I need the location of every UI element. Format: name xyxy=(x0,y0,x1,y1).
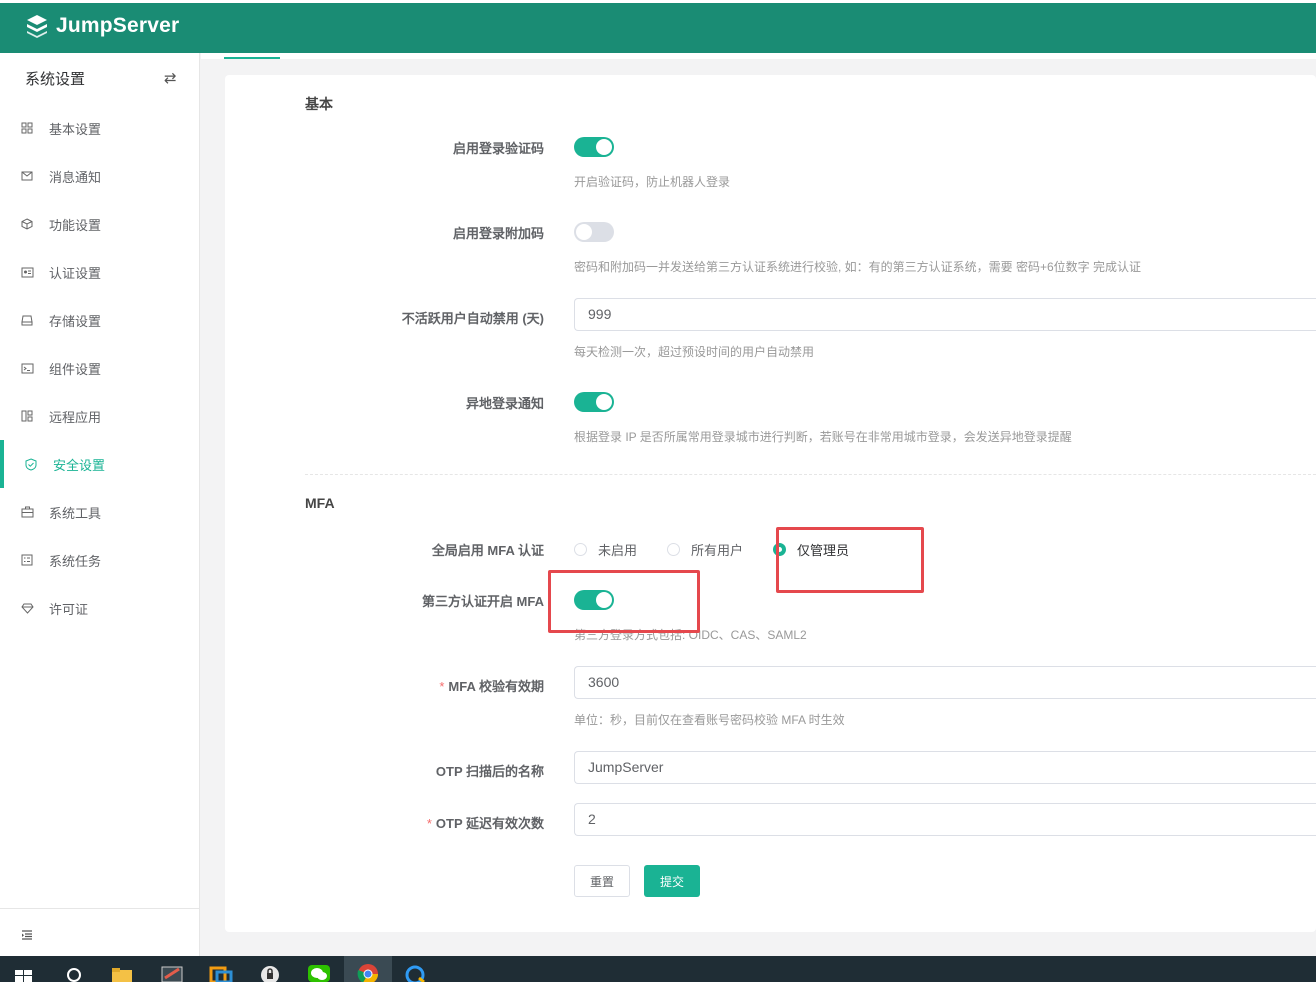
vm-app-icon[interactable] xyxy=(206,956,236,982)
terminal-icon xyxy=(20,361,34,375)
sidebar-item-label: 认证设置 xyxy=(49,265,102,281)
reset-button[interactable]: 重置 xyxy=(574,865,630,897)
file-explorer-icon[interactable] xyxy=(108,956,136,982)
sidebar-item-components[interactable]: 组件设置 xyxy=(0,344,200,392)
tab-strip xyxy=(201,53,1316,59)
global-mfa-option-all-users[interactable]: 所有用户 xyxy=(667,540,743,559)
sidebar-item-label: 基本设置 xyxy=(49,121,102,137)
label-text: OTP 延迟有效次数 xyxy=(435,816,544,831)
radio-label: 未启用 xyxy=(598,543,638,558)
mfa-verify-ttl-label: * MFA 校验有效期 xyxy=(439,676,544,695)
toolbox-icon xyxy=(20,505,34,519)
highlight-box-admins-only xyxy=(776,527,924,593)
sidebar-item-tasks[interactable]: 系统任务 xyxy=(0,536,200,584)
remote-login-notify-label: 异地登录通知 xyxy=(465,396,544,411)
id-card-icon xyxy=(20,265,34,279)
login-extra-code-switch[interactable] xyxy=(574,222,614,242)
windows-start-icon[interactable] xyxy=(12,956,36,982)
sidebar-item-license[interactable]: 许可证 xyxy=(0,584,200,632)
sidebar-item-label: 组件设置 xyxy=(49,361,102,377)
sidebar-item-storage[interactable]: 存储设置 xyxy=(0,296,200,344)
top-bar: JumpServer xyxy=(0,0,1316,53)
license-icon xyxy=(20,601,34,615)
search-icon[interactable] xyxy=(60,956,88,982)
global-mfa-label: 全局启用 MFA 认证 xyxy=(431,543,544,558)
label-text: MFA 校验有效期 xyxy=(448,679,544,694)
otp-valid-window-label: * OTP 延迟有效次数 xyxy=(427,813,544,832)
mfa-verify-ttl-input[interactable]: 3600 xyxy=(574,666,1316,699)
inactive-disable-help: 每天检测一次，超过预设时间的用户自动禁用 xyxy=(574,345,815,359)
tasks-icon xyxy=(20,553,34,567)
sidebar-item-features[interactable]: 功能设置 xyxy=(0,200,200,248)
sidebar-header: 系统设置 ⇄ xyxy=(0,53,200,103)
otp-issuer-name-input[interactable]: JumpServer xyxy=(574,751,1316,784)
active-tab-indicator xyxy=(224,57,280,59)
sidebar-item-label: 消息通知 xyxy=(49,169,102,185)
sidebar-title: 系统设置 xyxy=(25,71,86,88)
grid-icon xyxy=(20,121,34,135)
login-extra-code-help: 密码和附加码一并发送给第三方认证系统进行校验, 如：有的第三方认证系统，需要 密… xyxy=(574,260,1142,274)
required-mark: * xyxy=(426,816,432,831)
sidebar-item-auth[interactable]: 认证设置 xyxy=(0,248,200,296)
mfa-verify-ttl-help: 单位：秒，目前仅在查看账号密码校验 MFA 时生效 xyxy=(574,713,845,727)
section-divider xyxy=(305,474,1316,475)
cube-icon xyxy=(20,217,34,231)
sidebar-item-notifications[interactable]: 消息通知 xyxy=(0,152,200,200)
tool-app-icon[interactable] xyxy=(158,956,186,982)
radio-dot xyxy=(574,543,587,556)
section-title-basic: 基本 xyxy=(305,96,333,112)
otp-issuer-name-label: OTP 扫描后的名称 xyxy=(435,764,544,779)
sidebar-item-basic[interactable]: 基本设置 xyxy=(0,104,200,152)
submit-button[interactable]: 提交 xyxy=(644,865,700,897)
shield-check-icon xyxy=(24,457,38,471)
inactive-disable-input[interactable]: 999 xyxy=(574,298,1316,331)
wechat-icon[interactable] xyxy=(304,956,334,982)
sidebar: 系统设置 ⇄ 基本设置 消息通知 功能设置 认证设置 存储设置 组件设置 远程应… xyxy=(0,53,200,956)
sidebar-item-label: 系统工具 xyxy=(49,505,102,521)
storage-icon xyxy=(20,313,34,327)
remote-login-notify-switch[interactable] xyxy=(574,392,614,412)
logo[interactable]: JumpServer xyxy=(24,13,179,39)
highlight-box-third-party-mfa xyxy=(548,570,700,633)
login-captcha-switch[interactable] xyxy=(574,137,614,157)
global-mfa-option-disabled[interactable]: 未启用 xyxy=(574,540,637,559)
login-captcha-label: 启用登录验证码 xyxy=(452,141,544,156)
sidebar-item-tools[interactable]: 系统工具 xyxy=(0,488,200,536)
remote-login-notify-help: 根据登录 IP 是否所属常用登录城市进行判断，若账号在非常用城市登录，会发送异地… xyxy=(574,430,1072,444)
inactive-disable-label: 不活跃用户自动禁用 (天) xyxy=(401,311,544,326)
message-icon xyxy=(20,169,34,183)
radio-dot xyxy=(667,543,680,556)
sidebar-item-label: 存储设置 xyxy=(49,313,102,329)
sidebar-item-remote-apps[interactable]: 远程应用 xyxy=(0,392,200,440)
collapse-menu-icon[interactable] xyxy=(21,927,33,945)
sidebar-item-label: 安全设置 xyxy=(53,457,106,473)
otp-valid-window-input[interactable]: 2 xyxy=(574,803,1316,836)
sidebar-item-label: 系统任务 xyxy=(49,553,102,569)
required-mark: * xyxy=(439,679,445,694)
jumpserver-logo-icon xyxy=(27,15,47,38)
sidebar-item-security[interactable]: 安全设置 xyxy=(0,440,200,488)
sidebar-item-label: 许可证 xyxy=(49,601,89,617)
section-title-mfa: MFA xyxy=(305,495,335,511)
vpn-app-icon[interactable] xyxy=(256,956,284,982)
app-name: JumpServer xyxy=(56,14,180,37)
login-captcha-help: 开启验证码，防止机器人登录 xyxy=(574,175,731,189)
qq-browser-icon[interactable] xyxy=(400,956,430,982)
chrome-icon[interactable] xyxy=(344,956,392,982)
login-extra-code-label: 启用登录附加码 xyxy=(452,226,544,241)
taskbar xyxy=(0,956,1316,982)
radio-label: 所有用户 xyxy=(691,543,744,558)
apps-icon xyxy=(20,409,34,423)
sidebar-item-label: 远程应用 xyxy=(49,409,102,425)
third-party-mfa-label: 第三方认证开启 MFA xyxy=(421,594,544,609)
sidebar-footer xyxy=(0,908,200,956)
swap-icon[interactable]: ⇄ xyxy=(164,69,177,87)
sidebar-item-label: 功能设置 xyxy=(49,217,102,233)
